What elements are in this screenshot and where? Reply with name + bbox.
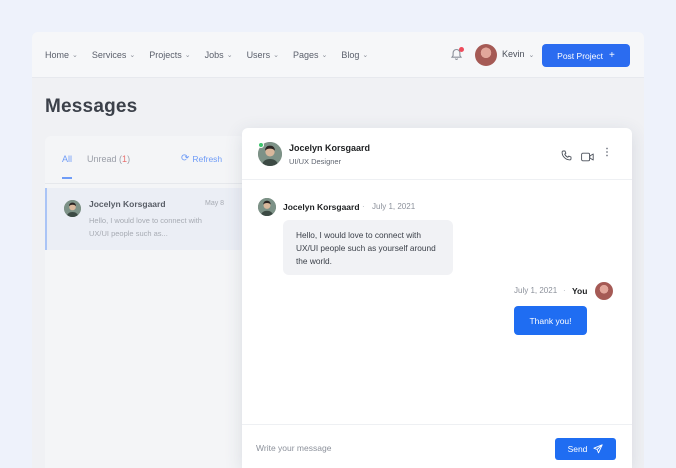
bell-icon[interactable] [450,47,464,61]
chevron-down-icon: ⌄ [273,52,279,59]
phone-icon[interactable] [561,148,572,161]
nav-item-services[interactable]: Services ⌄ [92,50,135,60]
tab-all[interactable]: All [62,154,73,179]
refresh-label: Refresh [192,153,223,164]
message-input[interactable] [256,437,526,459]
separator-dot: · [362,202,365,211]
divider [45,183,245,184]
avatar [64,200,81,217]
chevron-down-icon: ⌄ [526,52,535,59]
nav-item-home[interactable]: Home ⌄ [45,50,78,60]
refresh-icon: ⟳ [181,153,190,164]
video-icon[interactable] [581,149,594,162]
user-name: Kevin [502,49,525,59]
chevron-down-icon: ⌄ [321,52,328,59]
chat-panel: Jocelyn Korsgaard UI/UX Designer Jocelyn… [242,128,632,468]
send-button[interactable]: Send [555,438,616,460]
conversation-list-panel: All Unread (1) ⟳ Refresh Jocelyn Korsgaar… [45,136,245,468]
notification-dot [459,47,464,52]
nav-item-label: Blog [341,50,360,60]
nav-item-label: Users [246,50,271,60]
nav-menu: Home ⌄ Services ⌄ Projects ⌄ Jobs ⌄ Users ⌄ P… [45,32,382,78]
message-sender: You [572,286,588,296]
nav-item-pages[interactable]: Pages ⌄ [293,50,327,60]
message-composer: Send [242,424,632,468]
conversation-name: Jocelyn Korsgaard [89,199,166,209]
sender-avatar [258,198,276,216]
unread-count: 1 [122,154,128,164]
nav-item-blog[interactable]: Blog ⌄ [341,50,368,60]
my-avatar [595,282,613,300]
tab-unread[interactable]: Unread (1) [87,154,130,164]
chevron-down-icon: ⌄ [226,52,233,59]
refresh-button[interactable]: ⟳ Refresh [181,153,222,164]
chevron-down-icon: ⌄ [362,52,369,59]
separator-dot: · [563,286,566,295]
send-icon [593,444,604,454]
post-project-button[interactable]: Post Project + [542,44,630,67]
nav-item-label: Jobs [204,50,224,60]
nav-item-projects[interactable]: Projects ⌄ [149,50,190,60]
outgoing-message-bubble: Thank you! [514,306,587,335]
message-sender: Jocelyn Korsgaard [283,202,360,212]
contact-role: UI/UX Designer [289,157,342,166]
plus-icon: + [608,50,615,61]
message-date: July 1, 2021 [514,286,558,295]
incoming-message-bubble: Hello, I would love to connect with UX/U… [283,220,453,275]
chat-header: Jocelyn Korsgaard UI/UX Designer [242,128,632,180]
inbox-tabs: All Unread (1) [62,154,130,179]
user-menu[interactable]: Kevin ⌄ [502,49,534,59]
nav-item-users[interactable]: Users ⌄ [247,50,279,60]
message-date: July 1, 2021 [372,202,416,211]
chevron-down-icon: ⌄ [72,52,78,59]
nav-item-label: Projects [149,50,182,60]
conversation-preview: Hello, I would love to connect with UX/U… [89,216,202,238]
tab-unread-label: Unread [87,154,117,164]
chevron-down-icon: ⌄ [184,52,191,59]
online-status-dot [258,142,264,148]
app-window: Home ⌄ Services ⌄ Projects ⌄ Jobs ⌄ Users ⌄ P… [32,32,644,468]
conversation-date: May 8 [205,200,225,207]
nav-item-label: Services [91,50,127,60]
send-label: Send [567,444,588,454]
nav-item-jobs[interactable]: Jobs ⌄ [205,50,233,60]
post-project-label: Post Project [557,50,603,61]
more-vertical-icon[interactable] [603,146,611,159]
contact-name: Jocelyn Korsgaard [289,143,371,153]
nav-item-label: Home [45,50,70,60]
page-title: Messages [45,96,138,117]
user-avatar[interactable] [475,44,497,66]
top-navigation: Home ⌄ Services ⌄ Projects ⌄ Jobs ⌄ Users ⌄ P… [32,32,644,78]
nav-item-label: Pages [292,50,319,60]
chevron-down-icon: ⌄ [129,52,136,59]
conversation-item[interactable]: Jocelyn Korsgaard May 8 Hello, I would l… [45,188,245,250]
